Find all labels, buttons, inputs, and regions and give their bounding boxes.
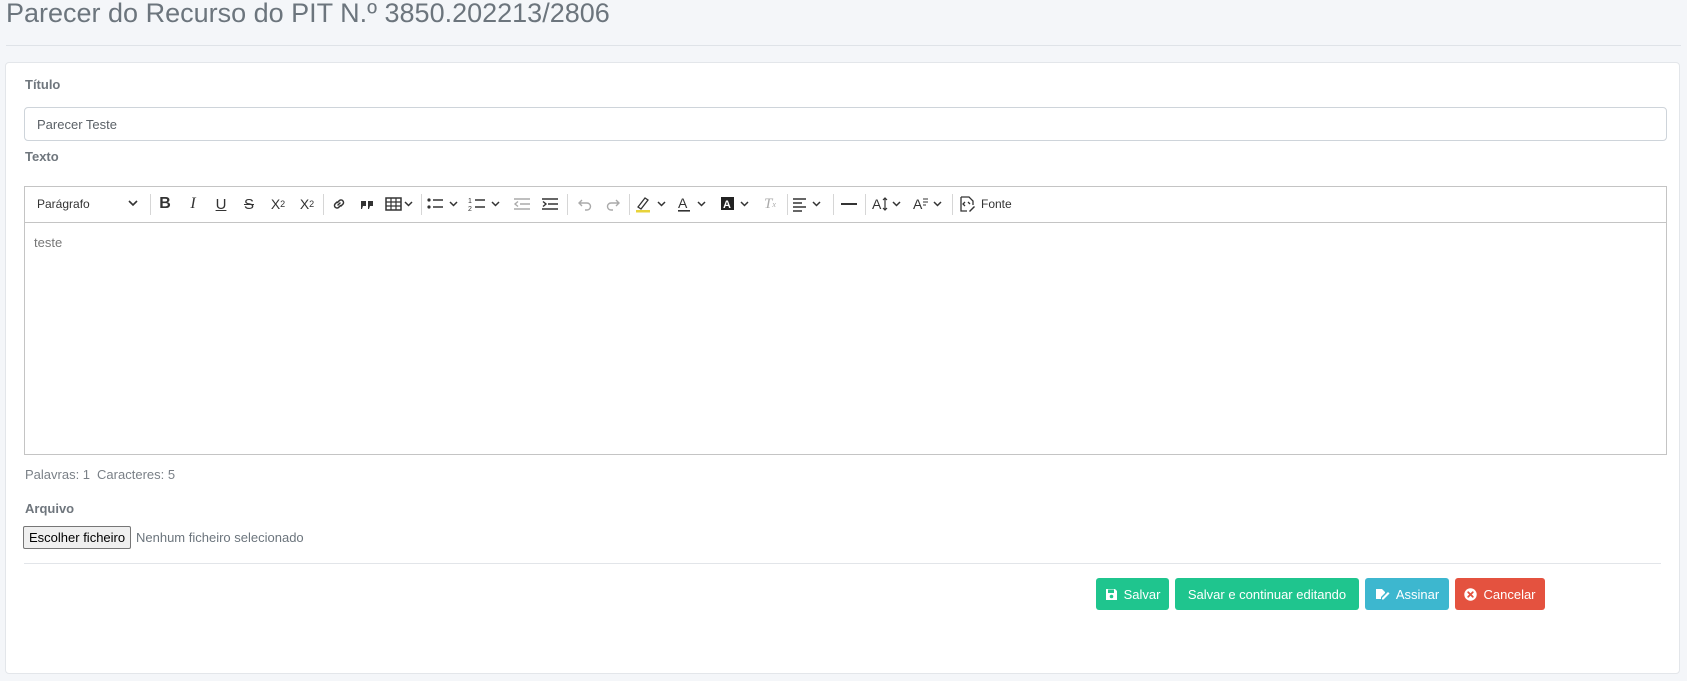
background-color-icon[interactable]: A — [719, 192, 755, 216]
bold-icon[interactable]: B — [155, 192, 175, 216]
outdent-icon[interactable] — [511, 192, 533, 216]
source-icon — [958, 195, 976, 213]
font-size-icon[interactable]: A — [871, 192, 907, 216]
form-card: Título Texto Parágrafo B I U S X2 X2 — [5, 62, 1680, 674]
form-divider — [24, 563, 1661, 564]
table-icon[interactable] — [384, 192, 416, 216]
paragraph-format-dropdown[interactable]: Parágrafo — [29, 192, 145, 216]
editor-paragraph: teste — [34, 235, 63, 250]
choose-file-button[interactable]: Escolher ficheiro — [23, 526, 132, 549]
numbered-list-icon[interactable]: 12 — [468, 192, 504, 216]
svg-text:A: A — [872, 196, 882, 212]
svg-text:2: 2 — [468, 206, 472, 212]
char-count-label: Caracteres: 5 — [97, 467, 176, 482]
page-title: Parecer do Recurso do PIT N.º 3850.20221… — [6, 0, 610, 28]
editor-content[interactable]: teste — [25, 223, 1666, 454]
cancel-button[interactable]: Cancelar — [1455, 578, 1545, 610]
underline-icon[interactable]: U — [211, 192, 231, 216]
subscript-icon[interactable]: X2 — [267, 192, 289, 216]
svg-text:A: A — [723, 199, 731, 211]
strikethrough-icon[interactable]: S — [239, 192, 259, 216]
editor-toolbar: Parágrafo B I U S X2 X2 1 2 A A T x A A … — [25, 187, 1666, 223]
save-button[interactable]: Salvar — [1096, 578, 1169, 610]
superscript-icon[interactable]: X2 — [296, 192, 318, 216]
italic-icon[interactable]: I — [183, 192, 203, 216]
chevron-down-icon — [127, 196, 139, 213]
sign-button[interactable]: Assinar — [1365, 578, 1449, 610]
source-label: Fonte — [981, 197, 1012, 211]
blockquote-icon[interactable] — [356, 192, 378, 216]
cancel-button-label: Cancelar — [1483, 586, 1536, 602]
font-family-icon[interactable]: A — [912, 192, 948, 216]
link-icon[interactable] — [328, 192, 350, 216]
save-button-label: Salvar — [1123, 586, 1161, 602]
save-continue-label: Salvar e continuar editando — [1187, 586, 1347, 602]
file-status-text: Nenhum ficheiro selecionado — [136, 530, 304, 545]
title-divider — [6, 45, 1681, 46]
title-label: Título — [25, 77, 61, 92]
svg-text:1: 1 — [468, 198, 472, 205]
remove-format-icon[interactable]: Tx — [759, 192, 781, 216]
text-label: Texto — [25, 149, 59, 164]
paragraph-format-label: Parágrafo — [37, 197, 90, 211]
file-label: Arquivo — [25, 501, 75, 516]
align-left-icon[interactable] — [791, 192, 827, 216]
save-continue-button[interactable]: Salvar e continuar editando — [1175, 578, 1359, 610]
sign-button-label: Assinar — [1395, 586, 1440, 602]
horizontal-line-icon[interactable] — [838, 192, 860, 216]
title-input[interactable] — [24, 107, 1667, 141]
svg-text:A: A — [678, 195, 688, 211]
redo-icon[interactable] — [602, 192, 624, 216]
close-circle-icon — [1464, 587, 1478, 601]
undo-icon[interactable] — [574, 192, 596, 216]
source-button[interactable]: Fonte — [958, 192, 1018, 216]
word-count-label: Palavras: 1 — [25, 467, 91, 482]
signature-icon — [1375, 588, 1390, 601]
bulleted-list-icon[interactable] — [426, 192, 462, 216]
word-count: Palavras: 1 Caracteres: 5 — [25, 467, 175, 482]
font-color-icon[interactable]: A — [676, 192, 712, 216]
svg-text:A: A — [913, 196, 923, 212]
floppy-disk-icon — [1105, 588, 1118, 601]
indent-icon[interactable] — [539, 192, 561, 216]
rich-text-editor: Parágrafo B I U S X2 X2 1 2 A A T x A A … — [24, 186, 1667, 455]
highlight-icon[interactable] — [634, 192, 670, 216]
